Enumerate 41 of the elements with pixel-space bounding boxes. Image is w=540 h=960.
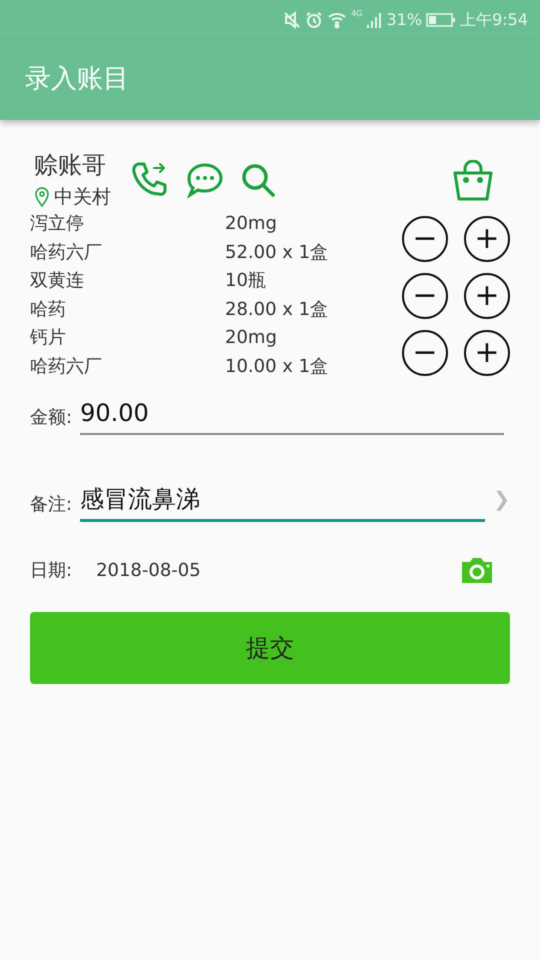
camera-icon[interactable] <box>460 556 494 584</box>
chat-bubble-icon[interactable] <box>186 162 224 198</box>
increase-button[interactable]: + <box>464 330 510 376</box>
submit-button[interactable]: 提交 <box>30 612 510 684</box>
manufacturer-name: 哈药六厂 <box>30 354 103 378</box>
product-name: 钙片 <box>30 326 67 350</box>
shopping-bag-icon[interactable] <box>452 160 494 202</box>
note-label: 备注: <box>30 493 72 517</box>
amount-label: 金额: <box>30 406 72 430</box>
location-text: 中关村 <box>54 185 111 210</box>
manufacturer-name: 哈药六厂 <box>30 240 103 264</box>
amount-field[interactable]: 90.00 <box>80 395 504 435</box>
wifi-icon <box>327 11 348 29</box>
manufacturer-name: 哈药 <box>30 298 67 322</box>
search-icon[interactable] <box>240 162 276 198</box>
signal-icon <box>366 11 382 29</box>
unit-price: 28.00 x 1盒 <box>225 298 328 322</box>
product-spec: 10瓶 <box>225 269 266 293</box>
alarm-icon <box>305 11 324 29</box>
battery-icon <box>426 12 456 28</box>
date-value[interactable]: 2018-08-05 <box>96 556 201 584</box>
battery-percent: 31% <box>386 9 422 31</box>
product-name: 泻立停 <box>30 212 85 236</box>
product-spec: 20mg <box>225 326 277 350</box>
decrease-button[interactable]: − <box>402 272 448 318</box>
unit-price: 10.00 x 1盒 <box>225 354 328 378</box>
increase-button[interactable]: + <box>464 216 510 262</box>
product-spec: 20mg <box>225 212 277 236</box>
date-label: 日期: <box>30 558 72 582</box>
decrease-button[interactable]: − <box>402 216 448 262</box>
product-name: 双黄连 <box>30 269 85 293</box>
location-pin-icon <box>34 187 50 207</box>
unit-price: 52.00 x 1盒 <box>225 240 328 264</box>
note-field[interactable]: 感冒流鼻涕 <box>80 481 486 522</box>
customer-name: 赊账哥 <box>33 150 107 180</box>
mute-icon <box>283 11 302 29</box>
clock-time: 上午9:54 <box>460 9 528 31</box>
increase-button[interactable]: + <box>464 272 510 318</box>
network-type: 4G <box>351 8 362 20</box>
page-title: 录入账目 <box>25 64 129 96</box>
decrease-button[interactable]: − <box>402 330 448 376</box>
